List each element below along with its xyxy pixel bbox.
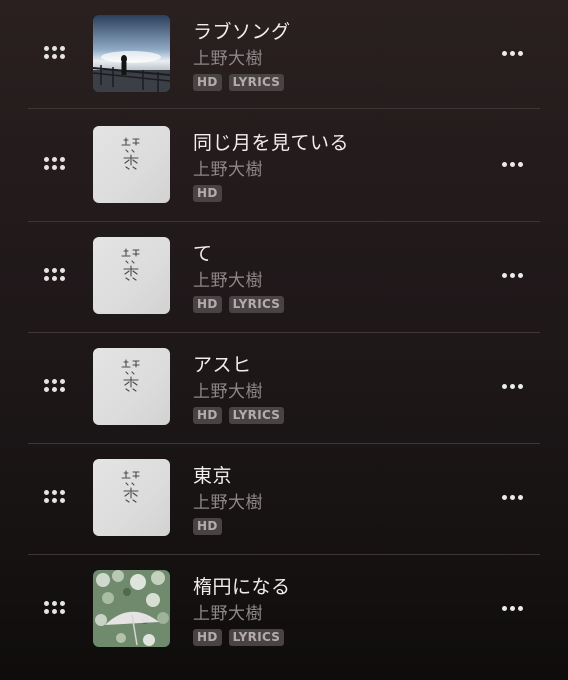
track-title[interactable]: 同じ月を見ている [193, 128, 349, 155]
track-row[interactable]: アスヒ 上野大樹 HD LYRICS [0, 333, 568, 444]
track-row[interactable]: 東京 上野大樹 HD [0, 444, 568, 555]
track-title[interactable]: て [193, 239, 213, 266]
more-options-icon[interactable] [502, 273, 524, 281]
quality-badges: HD LYRICS [193, 629, 285, 647]
drag-handle-icon[interactable] [44, 157, 66, 173]
track-row[interactable]: ラブソング 上野大樹 HD LYRICS [0, 0, 568, 111]
hd-badge: HD [193, 296, 222, 313]
lyrics-badge: LYRICS [228, 296, 285, 313]
quality-badges: HD LYRICS [193, 296, 285, 314]
album-art[interactable] [93, 237, 170, 314]
drag-handle-icon[interactable] [44, 46, 66, 62]
more-options-icon[interactable] [502, 606, 524, 614]
track-title[interactable]: ラブソング [193, 17, 291, 44]
more-options-icon[interactable] [502, 51, 524, 59]
quality-badges: HD LYRICS [193, 407, 285, 425]
drag-handle-icon[interactable] [44, 601, 66, 617]
album-art[interactable] [93, 15, 170, 92]
track-artist[interactable]: 上野大樹 [193, 44, 263, 69]
drag-handle-icon[interactable] [44, 490, 66, 506]
lyrics-badge: LYRICS [228, 407, 285, 424]
album-art[interactable] [93, 348, 170, 425]
lyrics-badge: LYRICS [228, 74, 285, 91]
track-title[interactable]: 東京 [193, 461, 232, 488]
quality-badges: HD [193, 185, 222, 203]
hd-badge: HD [193, 407, 222, 424]
album-art[interactable] [93, 570, 170, 647]
track-artist[interactable]: 上野大樹 [193, 599, 263, 624]
track-title[interactable]: アスヒ [193, 350, 252, 377]
hd-badge: HD [193, 629, 222, 646]
track-title[interactable]: 楕円になる [193, 572, 291, 599]
hd-badge: HD [193, 74, 222, 91]
track-row[interactable]: て 上野大樹 HD LYRICS [0, 222, 568, 333]
more-options-icon[interactable] [502, 162, 524, 170]
track-row[interactable]: 楕円になる 上野大樹 HD LYRICS [0, 555, 568, 666]
quality-badges: HD [193, 518, 222, 536]
quality-badges: HD LYRICS [193, 74, 285, 92]
track-artist[interactable]: 上野大樹 [193, 377, 263, 402]
row-divider [28, 108, 540, 109]
more-options-icon[interactable] [502, 384, 524, 392]
hd-badge: HD [193, 518, 222, 535]
drag-handle-icon[interactable] [44, 379, 66, 395]
lyrics-badge: LYRICS [228, 629, 285, 646]
track-list: ラブソング 上野大樹 HD LYRICS 同じ月を見ている 上野大樹 HD て … [0, 0, 568, 680]
album-art[interactable] [93, 459, 170, 536]
more-options-icon[interactable] [502, 495, 524, 503]
track-row[interactable]: 同じ月を見ている 上野大樹 HD [0, 111, 568, 222]
album-art[interactable] [93, 126, 170, 203]
track-artist[interactable]: 上野大樹 [193, 155, 263, 180]
track-artist[interactable]: 上野大樹 [193, 266, 263, 291]
track-artist[interactable]: 上野大樹 [193, 488, 263, 513]
drag-handle-icon[interactable] [44, 268, 66, 284]
hd-badge: HD [193, 185, 222, 202]
